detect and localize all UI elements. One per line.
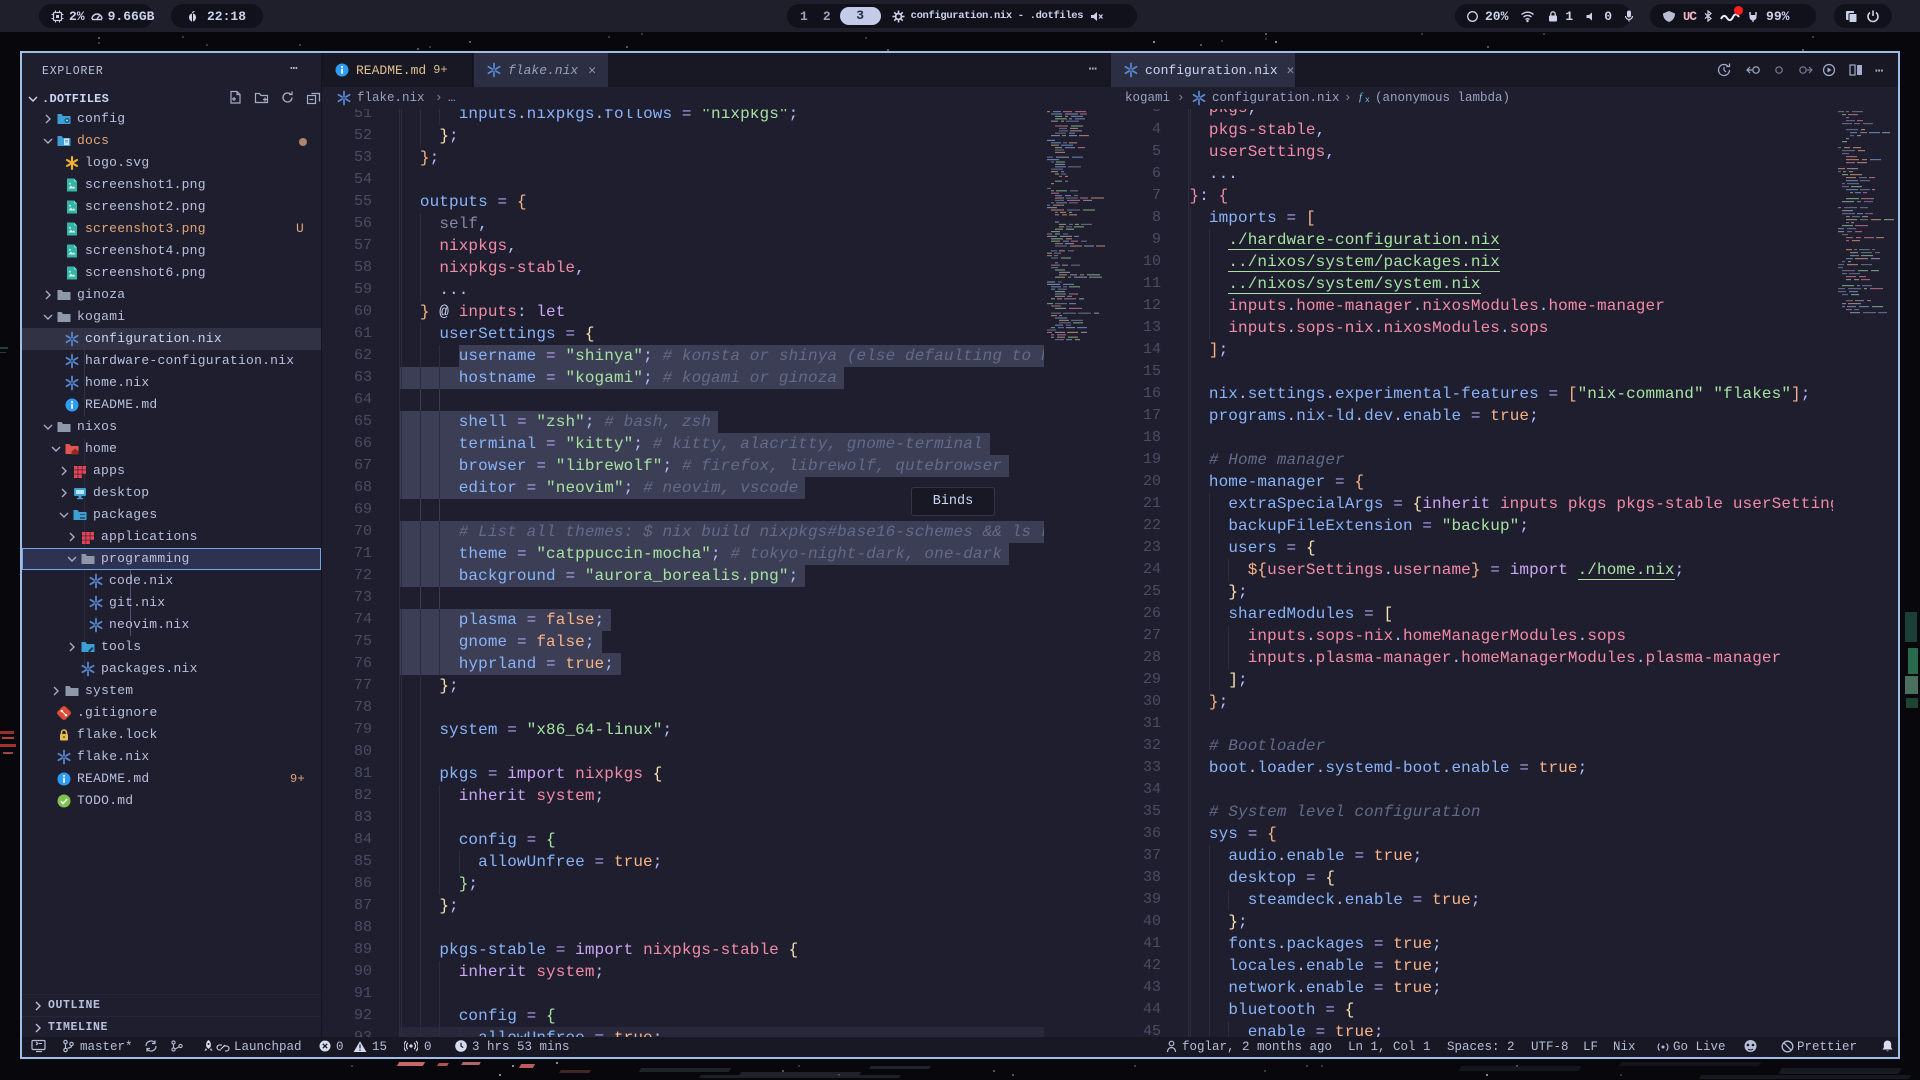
svg-text:f: f bbox=[1359, 91, 1364, 103]
svg-text:x: x bbox=[1365, 96, 1370, 103]
